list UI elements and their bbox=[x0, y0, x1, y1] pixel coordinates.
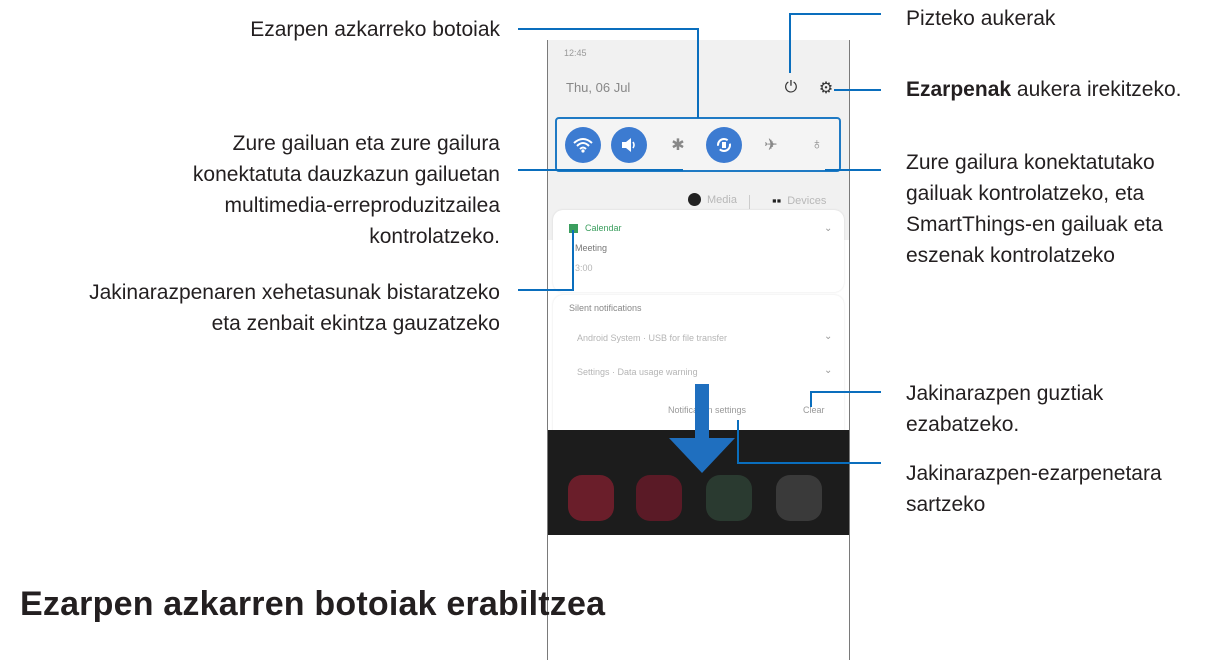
gear-icon[interactable]: ⚙ bbox=[816, 78, 836, 98]
section-heading: Ezarpen azkarren botoiak erabiltzea bbox=[20, 585, 606, 623]
label-devices-control: Zure gailura konektatutako gailuak kontr… bbox=[906, 147, 1163, 271]
label-media-control: Zure gailuan eta zure gailura konektatut… bbox=[193, 128, 500, 252]
app-icon-play[interactable] bbox=[706, 475, 752, 521]
label-devices-line2: gailuak kontrolatzeko, eta bbox=[906, 182, 1145, 205]
callout-media bbox=[518, 169, 683, 171]
power-icon[interactable]: ⏻ bbox=[781, 78, 801, 98]
label-clear-all: Jakinarazpen guztiak ezabatzeko. bbox=[906, 378, 1103, 440]
callout-notification-v bbox=[572, 230, 574, 291]
expand-chevron-icon[interactable]: ⌄ bbox=[824, 223, 832, 234]
label-power-options: Pizteko aukerak bbox=[906, 7, 1056, 30]
silent-header: Silent notifications bbox=[569, 303, 642, 313]
date-text: Thu, 06 Jul bbox=[566, 80, 631, 95]
silent-item-2[interactable]: Settings · Data usage warning bbox=[577, 367, 698, 377]
quick-settings-bar: ✱ ✈ ♁ bbox=[555, 117, 841, 172]
label-media-line3: multimedia-erreproduzitzailea bbox=[224, 194, 500, 217]
callout-clear-v bbox=[810, 391, 812, 407]
callout-settings bbox=[834, 89, 881, 91]
callout-power-v bbox=[789, 13, 791, 73]
label-quick-buttons: Ezarpen azkarreko botoiak bbox=[250, 18, 500, 41]
label-media-line4: kontrolatzeko. bbox=[369, 225, 500, 248]
app-icon-folder[interactable] bbox=[776, 475, 822, 521]
media-output-button[interactable]: Media bbox=[688, 193, 737, 206]
label-devices-line4: eszenak kontrolatzeko bbox=[906, 244, 1115, 267]
devices-label: Devices bbox=[787, 194, 827, 207]
wifi-icon[interactable] bbox=[565, 127, 601, 163]
app-icon-store[interactable] bbox=[568, 475, 614, 521]
label-devices-line3: SmartThings-en gailuak eta bbox=[906, 213, 1163, 236]
silent-item-1[interactable]: Android System · USB for file transfer bbox=[577, 333, 727, 343]
sound-icon[interactable] bbox=[611, 127, 647, 163]
label-clear-line1: Jakinarazpen guztiak bbox=[906, 382, 1104, 405]
flashlight-icon[interactable]: ♁ bbox=[799, 127, 835, 163]
auto-rotate-icon[interactable] bbox=[706, 127, 742, 163]
notification-app-name: Calendar bbox=[585, 223, 622, 233]
notification-subtitle: 3:00 bbox=[575, 263, 593, 273]
label-settings-bold: Ezarpenak bbox=[906, 78, 1012, 101]
callout-notif-settings-h bbox=[737, 462, 881, 464]
label-notif-line2: eta zenbait ekintza gauzatzeko bbox=[211, 312, 500, 335]
divider bbox=[749, 195, 750, 209]
phone-screen: 12:45 Thu, 06 Jul ⏻ ⚙ ✱ ✈ ♁ Media ▪▪ Dev… bbox=[547, 40, 850, 660]
callout-quick-buttons-v bbox=[697, 28, 699, 118]
silent-item-1-chevron-icon[interactable]: ⌄ bbox=[824, 331, 832, 342]
label-media-line2: konektatuta dauzkazun gailuetan bbox=[192, 163, 500, 186]
label-notification-details: Jakinarazpenaren xehetasunak bistaratzek… bbox=[89, 277, 500, 339]
label-notif-settings-line1: Jakinarazpen-ezarpenetara bbox=[906, 462, 1162, 485]
bluetooth-icon[interactable]: ✱ bbox=[660, 127, 696, 163]
app-icon-flower[interactable] bbox=[636, 475, 682, 521]
media-icon bbox=[688, 193, 701, 206]
swipe-down-arrow-shaft bbox=[695, 378, 709, 444]
notification-title: Meeting bbox=[575, 243, 608, 253]
notification-card[interactable]: Calendar Meeting 3:00 ⌄ bbox=[553, 210, 844, 292]
callout-quick-buttons-h bbox=[518, 28, 698, 30]
airplane-icon[interactable]: ✈ bbox=[753, 127, 789, 163]
clear-button[interactable]: Clear bbox=[803, 405, 825, 415]
media-label: Media bbox=[707, 193, 737, 206]
label-devices-line1: Zure gailura konektatutako bbox=[906, 151, 1155, 174]
label-open-settings: Ezarpenak aukera irekitzeko. bbox=[906, 74, 1181, 105]
callout-clear-h bbox=[810, 391, 881, 393]
callout-notif-settings-v bbox=[737, 420, 739, 464]
label-notif-line1: Jakinarazpenaren xehetasunak bistaratzek… bbox=[89, 281, 500, 304]
callout-notification-h bbox=[518, 289, 573, 291]
callout-power-h bbox=[789, 13, 881, 15]
devices-button[interactable]: ▪▪ Devices bbox=[772, 193, 826, 208]
label-notif-settings-line2: sartzeko bbox=[906, 493, 986, 516]
swipe-down-arrow-icon bbox=[669, 438, 735, 473]
devices-grid-icon: ▪▪ bbox=[772, 193, 782, 208]
callout-devices bbox=[825, 169, 881, 171]
label-media-line1: Zure gailuan eta zure gailura bbox=[232, 132, 500, 155]
label-notification-settings: Jakinarazpen-ezarpenetara sartzeko bbox=[906, 458, 1162, 520]
label-settings-rest: aukera irekitzeko. bbox=[1011, 78, 1182, 101]
silent-item-2-chevron-icon[interactable]: ⌄ bbox=[824, 365, 832, 376]
label-clear-line2: ezabatzeko. bbox=[906, 413, 1020, 436]
status-time: 12:45 bbox=[564, 48, 587, 58]
